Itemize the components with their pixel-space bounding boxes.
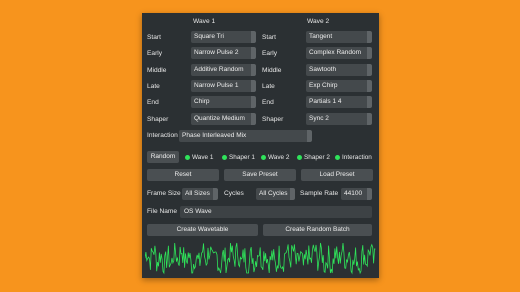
wave1-middle-value: Additive Random [194,66,244,73]
chevron-down-icon [251,113,256,125]
create-random-batch-button[interactable]: Create Random Batch [263,224,372,236]
wave1-start-value: Square Tri [194,33,224,40]
chevron-down-icon [307,130,312,142]
row-label-shaper-2: Shaper [262,116,284,123]
wave1-start-select[interactable]: Square Tri [191,31,256,43]
row-label-early-2: Early [262,50,278,57]
wave2-end-value: Partials 1 4 [309,98,342,105]
wave2-end-select[interactable]: Partials 1 4 [306,96,372,108]
interaction-select[interactable]: Phase Interleaved Mix [179,130,312,142]
save-preset-button[interactable]: Save Preset [224,169,296,181]
wave1-shaper-value: Quantize Medium [194,115,245,122]
wave2-early-select[interactable]: Complex Random [306,47,372,59]
wave2-middle-select[interactable]: Sawtooth [306,64,372,76]
wave2-start-select[interactable]: Tangent [306,31,372,43]
wave2-middle-value: Sawtooth [309,66,337,73]
reset-button[interactable]: Reset [147,169,219,181]
row-label-middle: Middle [147,67,167,74]
toggle-shaper2-label: Shaper 2 [304,153,330,161]
toggle-shaper2[interactable]: Shaper 2 [297,152,330,162]
row-label-start-2: Start [262,34,276,41]
wave1-shaper-select[interactable]: Quantize Medium [191,113,256,125]
wave2-late-value: Exp Chirp [309,82,338,89]
row-label-shaper: Shaper [147,116,169,123]
frame-size-value: All Sizes [185,190,210,197]
chevron-down-icon [367,47,372,59]
toggle-interaction-label: Interaction [342,153,372,161]
load-preset-button[interactable]: Load Preset [301,169,373,181]
toggle-on-icon [185,154,190,160]
wave1-end-select[interactable]: Chirp [191,96,256,108]
wave1-header: Wave 1 [193,18,216,25]
chevron-down-icon [367,113,372,125]
chevron-down-icon [251,31,256,43]
row-label-end-2: End [262,99,274,106]
chevron-down-icon [367,80,372,92]
cycles-select[interactable]: All Cycles [256,188,295,200]
toggle-interaction[interactable]: Interaction [335,152,372,162]
cycles-value: All Cycles [259,190,288,197]
wave2-late-select[interactable]: Exp Chirp [306,80,372,92]
file-name-label: File Name [147,208,178,215]
wave1-late-select[interactable]: Narrow Pulse 1 [191,80,256,92]
wavetable-generator-panel: Wave 1 Wave 2 Start Square Tri Start Tan… [142,13,379,278]
toggle-on-icon [335,154,340,160]
wave2-header: Wave 2 [307,18,330,25]
sample-rate-select[interactable]: 44100 [341,188,372,200]
toggle-on-icon [222,154,227,160]
chevron-down-icon [367,96,372,108]
row-label-end: End [147,99,159,106]
chevron-down-icon [251,64,256,76]
toggle-on-icon [297,154,302,160]
wave2-early-value: Complex Random [309,49,362,56]
toggle-wave1-label: Wave 1 [192,153,214,161]
chevron-down-icon [213,188,218,200]
chevron-down-icon [290,188,295,200]
chevron-down-icon [367,64,372,76]
interaction-value: Phase Interleaved Mix [182,132,247,139]
random-button[interactable]: Random [147,151,179,163]
row-label-start: Start [147,34,161,41]
wave1-early-select[interactable]: Narrow Pulse 2 [191,47,256,59]
waveform-display [145,241,376,275]
frame-size-label: Frame Size [147,190,181,197]
wave1-middle-select[interactable]: Additive Random [191,64,256,76]
waveform-trace [145,242,376,275]
create-wavetable-button[interactable]: Create Wavetable [147,224,258,236]
toggle-shaper1[interactable]: Shaper 1 [222,152,255,162]
wave2-shaper-select[interactable]: Sync 2 [306,113,372,125]
row-label-middle-2: Middle [262,67,282,74]
sample-rate-label: Sample Rate [300,190,339,197]
toggle-shaper1-label: Shaper 1 [229,153,255,161]
wave2-shaper-value: Sync 2 [309,115,329,122]
interaction-label: Interaction [147,132,178,139]
wave1-late-value: Narrow Pulse 1 [194,82,239,89]
toggle-wave2-label: Wave 2 [268,153,290,161]
frame-size-select[interactable]: All Sizes [182,188,218,200]
row-label-late-2: Late [262,83,275,90]
chevron-down-icon [367,188,372,200]
row-label-early: Early [147,50,163,57]
row-label-late: Late [147,83,160,90]
chevron-down-icon [251,80,256,92]
cycles-label: Cycles [224,190,244,197]
chevron-down-icon [251,47,256,59]
toggle-wave1[interactable]: Wave 1 [185,152,213,162]
wave2-start-value: Tangent [309,33,333,40]
wave1-early-value: Narrow Pulse 2 [194,49,239,56]
chevron-down-icon [367,31,372,43]
toggle-on-icon [261,154,266,160]
wave1-end-value: Chirp [194,98,210,105]
toggle-wave2[interactable]: Wave 2 [261,152,289,162]
file-name-input[interactable]: OS Wave [180,206,372,218]
chevron-down-icon [251,96,256,108]
sample-rate-value: 44100 [344,190,363,197]
